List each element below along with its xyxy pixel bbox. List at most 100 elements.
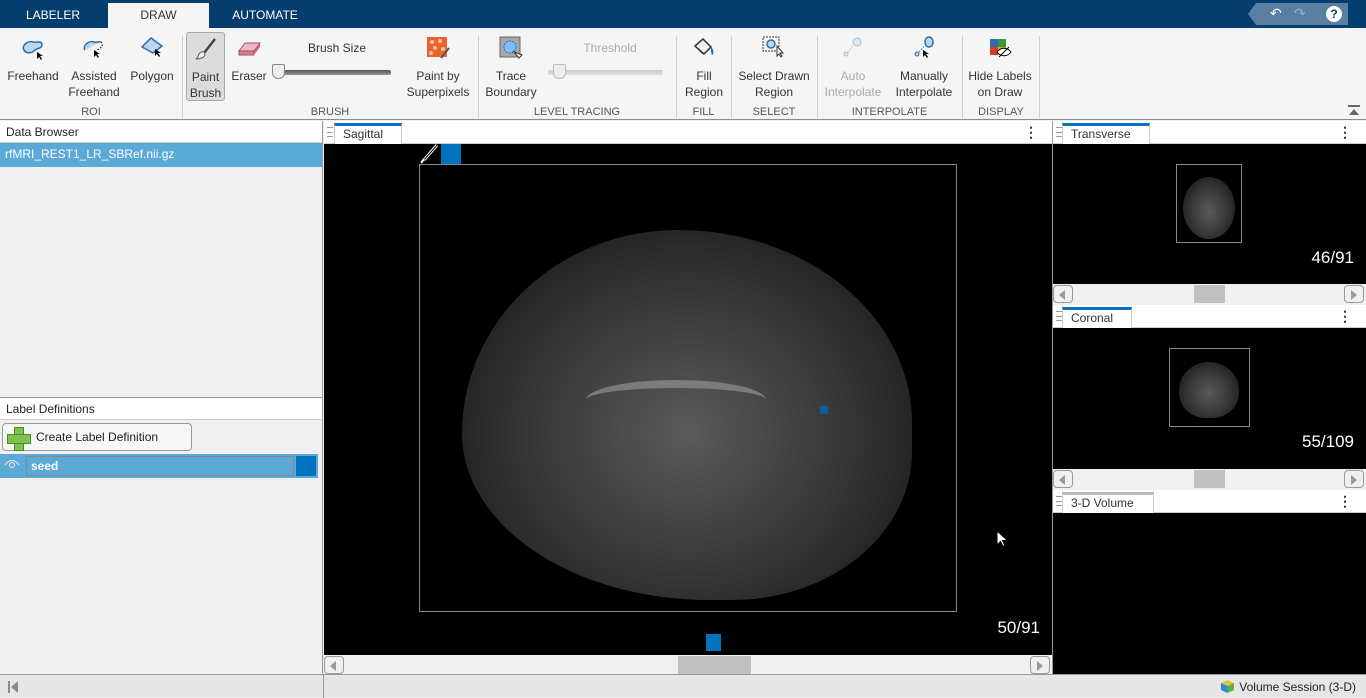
paint-brush-button[interactable]: Paint Brush [186,32,225,101]
scroll-right-arrow-icon[interactable] [1030,656,1050,674]
scroll-left-arrow-icon[interactable] [1053,285,1073,303]
status-divider [323,675,324,698]
polygon-button[interactable]: Polygon [126,32,178,84]
more-options-icon[interactable]: ⋮ [1338,124,1352,141]
threshold-label: Threshold [583,41,637,55]
more-options-icon[interactable]: ⋮ [1338,308,1352,325]
seed-label-mark [820,406,828,414]
hide-labels-icon [990,39,1012,58]
data-browser-item[interactable]: rfMRI_REST1_LR_SBRef.nii.gz [0,143,322,167]
group-label-level-tracing: LEVEL TRACING [533,106,621,118]
toolstrip: Freehand Assisted Freehand Polygon ROI P… [0,28,1366,120]
help-icon[interactable]: ? [1326,6,1342,22]
coronal-slice-scrollbar[interactable] [1053,469,1366,489]
scroll-left-arrow-icon[interactable] [324,656,344,674]
tab-coronal[interactable]: Coronal [1062,307,1132,328]
paint-brush-icon [195,38,216,60]
volume-cube-icon [1221,680,1235,693]
scrollbar-thumb[interactable] [1194,470,1225,488]
manually-interpolate-button[interactable]: Manually Interpolate [890,32,958,100]
quick-access-bar: ↶ ↷ ? [1248,3,1348,25]
corpus-callosum [586,380,766,420]
eraser-icon [238,42,261,56]
slice-marker-top[interactable] [441,144,461,164]
plus-icon [7,427,31,451]
label-color-swatch[interactable] [296,456,316,476]
status-bar: Volume Session (3-D) [0,674,1366,698]
group-label-select: SELECT [752,106,796,118]
view-divider[interactable] [1052,121,1053,674]
tab-transverse[interactable]: Transverse [1062,123,1150,144]
fill-region-button[interactable]: Fill Region [680,32,728,100]
fill-bucket-icon [693,37,714,56]
group-label-display: DISPLAY [978,106,1024,118]
freehand-button[interactable]: Freehand [4,32,62,84]
tab-automate[interactable]: AUTOMATE [213,3,317,28]
tab-3d-volume[interactable]: 3-D Volume [1062,492,1154,513]
assisted-freehand-icon [83,40,103,58]
manual-interpolate-icon [914,36,934,58]
collapse-left-icon[interactable] [8,681,18,693]
more-options-icon[interactable]: ⋮ [1338,493,1352,510]
slice-counter: 46/91 [1311,248,1354,267]
hide-labels-on-draw-button[interactable]: Hide Labels on Draw [966,32,1034,100]
scroll-left-arrow-icon[interactable] [1053,470,1073,488]
eye-icon[interactable] [4,458,20,472]
mouse-cursor-icon [996,529,1009,551]
paint-brush-cursor-icon [420,144,440,164]
title-bar: LABELER DRAW AUTOMATE ↶ ↷ ? [0,0,1366,28]
coronal-brain-image [1179,362,1239,418]
label-name-field[interactable]: seed [26,456,294,476]
tab-draw[interactable]: DRAW [108,3,209,28]
create-label-definition-button[interactable]: Create Label Definition [2,423,192,451]
data-browser-title: Data Browser [0,121,322,143]
scrollbar-thumb[interactable] [1194,285,1225,303]
freehand-icon [22,40,43,60]
sagittal-slice-scrollbar[interactable] [324,655,1052,675]
volume-canvas[interactable] [1053,513,1366,674]
label-definitions-title: Label Definitions [0,398,322,420]
sagittal-view-header: Sagittal ⋮ [324,121,1052,144]
auto-interpolate-icon [843,37,862,57]
assisted-freehand-button[interactable]: Assisted Freehand [66,32,122,100]
scroll-right-arrow-icon[interactable] [1344,470,1364,488]
brush-size-label: Brush Size [307,41,367,55]
collapse-toolstrip-icon[interactable] [1348,105,1360,115]
more-options-icon[interactable]: ⋮ [1024,124,1038,141]
redo-icon[interactable]: ↷ [1294,5,1306,22]
brush-size-slider[interactable] [276,70,391,75]
slice-marker-bottom[interactable] [706,634,721,651]
superpixels-icon [427,37,450,59]
separator [1039,36,1040,118]
paint-by-superpixels-button[interactable]: Paint by Superpixels [404,32,472,100]
left-panel: Data Browser rfMRI_REST1_LR_SBRef.nii.gz… [0,121,323,674]
slice-counter: 50/91 [997,618,1040,637]
scrollbar-thumb[interactable] [678,656,751,674]
select-region-icon [762,36,785,58]
select-drawn-region-button[interactable]: Select Drawn Region [734,32,814,100]
group-label-fill: FILL [692,106,715,118]
auto-interpolate-button[interactable]: Auto Interpolate [820,32,886,100]
tab-labeler[interactable]: LABELER [0,3,106,28]
transverse-view-header: Transverse ⋮ [1053,121,1366,144]
undo-icon[interactable]: ↶ [1270,5,1282,22]
eraser-button[interactable]: Eraser [229,32,269,84]
group-label-brush: BRUSH [310,106,350,118]
drag-handle-icon[interactable] [327,127,333,137]
scroll-right-arrow-icon[interactable] [1344,285,1364,303]
coronal-view-header: Coronal ⋮ [1053,305,1366,328]
coronal-canvas[interactable]: 55/109 [1053,328,1366,470]
transverse-canvas[interactable]: 46/91 [1053,144,1366,285]
label-row[interactable]: seed [0,454,318,478]
threshold-thumb[interactable] [553,64,566,79]
trace-boundary-button[interactable]: Trace Boundary [482,32,540,100]
brush-size-thumb[interactable] [272,64,285,79]
volume-view-header: 3-D Volume ⋮ [1053,490,1366,513]
transverse-brain-image [1183,177,1235,239]
polygon-icon [140,37,164,57]
tab-sagittal[interactable]: Sagittal [334,123,402,144]
sagittal-canvas[interactable]: 50/91 [324,144,1052,655]
transverse-slice-scrollbar[interactable] [1053,284,1366,304]
group-label-roi: ROI [81,106,101,118]
slice-counter: 55/109 [1302,432,1354,451]
